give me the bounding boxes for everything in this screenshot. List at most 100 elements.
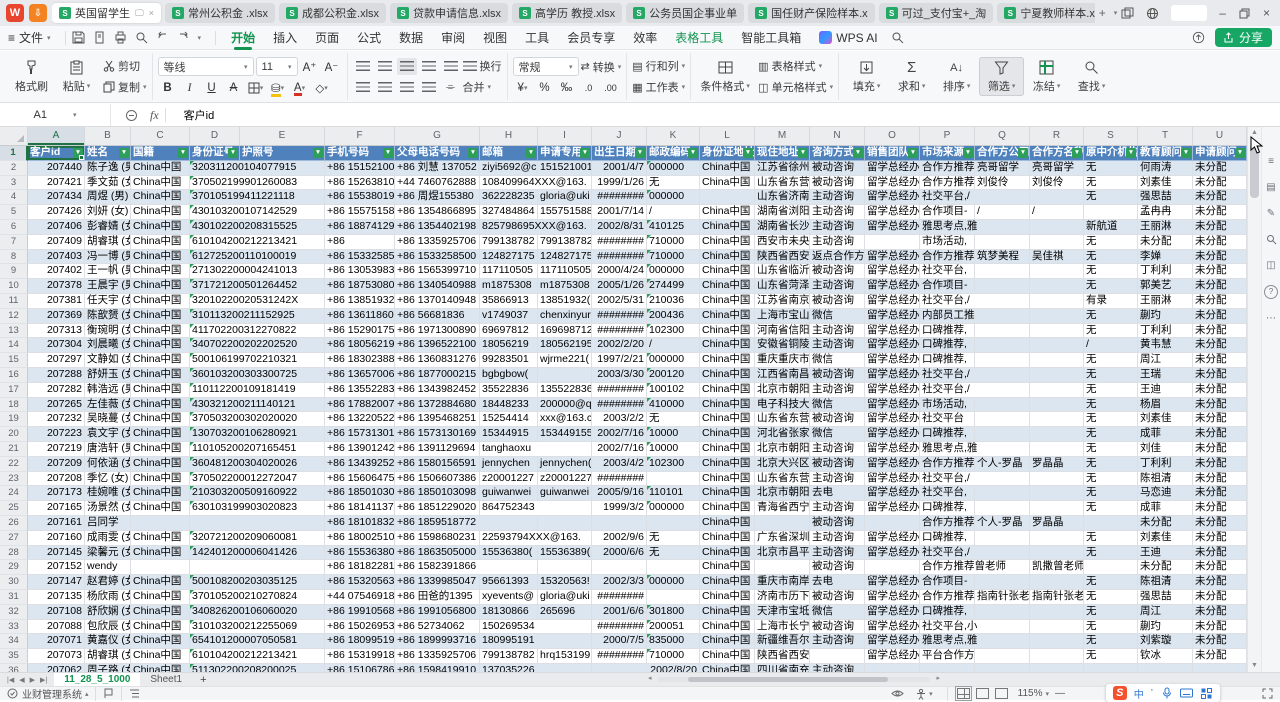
cell-J8[interactable]: ######## [592, 250, 647, 265]
header-cell-O[interactable]: 销售团队▼ [865, 146, 920, 161]
cell-S9[interactable]: 无 [1084, 264, 1138, 279]
cell-O8[interactable]: 留学总经办 [865, 250, 920, 265]
sheet-tab-11_28_5_1000[interactable]: 11_28_5_1000 [54, 673, 140, 687]
cell-L23[interactable]: China中国 [700, 472, 755, 487]
cell-K28[interactable]: 无 [647, 546, 700, 561]
cell-J36[interactable]: 2002/8/20 [592, 664, 700, 672]
cell-R2[interactable]: 亮哥留学 [1030, 161, 1084, 176]
align-right-icon[interactable] [397, 79, 417, 96]
cell-G7[interactable]: +86 1335925706 [395, 235, 480, 250]
cell-U9[interactable]: 未分配 [1193, 264, 1247, 279]
align-left-icon[interactable] [353, 79, 373, 96]
cell-H20[interactable]: 15344915 [480, 427, 538, 442]
cell-N27[interactable]: 主动咨询 [810, 531, 865, 546]
horizontal-scrollbar[interactable]: ◂ ▸ [648, 675, 940, 683]
cell-U30[interactable]: 未分配 [1193, 575, 1247, 590]
menu-tab-页面[interactable]: 页面 [306, 26, 348, 50]
cell-G11[interactable]: +86 1370140948 [395, 294, 480, 309]
cell-F18[interactable]: +86 17882007 [325, 398, 395, 413]
cell-H2[interactable]: ziyi5692@c [480, 161, 538, 176]
cell-T33[interactable]: 蒯玓 [1138, 620, 1193, 635]
cell-J23[interactable]: ######## [592, 472, 647, 487]
cell-J18[interactable]: ######## [592, 398, 647, 413]
number-format-select[interactable]: 常规▾ [513, 57, 579, 76]
cell-K17[interactable]: 100102 [647, 383, 700, 398]
cell-Q14[interactable] [975, 338, 1030, 353]
cell-R22[interactable]: 罗晶晶 [1030, 457, 1084, 472]
cell-B7[interactable]: 胡睿琪 (女) [85, 235, 131, 250]
cell-O34[interactable]: 留学总经办 [865, 634, 920, 649]
cell-C5[interactable]: China中国 [131, 205, 190, 220]
cell-I2[interactable]: 151521001 [538, 161, 592, 176]
cell-P9[interactable]: 社交平台, [920, 264, 975, 279]
menu-tab-表格工具[interactable]: 表格工具 [666, 26, 732, 50]
cell-M33[interactable]: 上海市长宁 [755, 620, 810, 635]
filter-dropdown-icon[interactable]: ▼ [313, 148, 323, 158]
document-tab[interactable]: S宁夏教师样本.xlsx [997, 3, 1094, 23]
cell-G6[interactable]: +86 1354402198 [395, 220, 480, 235]
page-break-view-icon[interactable] [995, 688, 1008, 699]
cell-T17[interactable]: 王迪 [1138, 383, 1193, 398]
cell-A30[interactable]: 207147 [28, 575, 85, 590]
cell-D10[interactable]: 371721200501264452 [190, 279, 325, 294]
cell-D8[interactable]: 612725200110100019 [190, 250, 325, 265]
cell-F12[interactable]: +86 13611860 [325, 309, 395, 324]
cell-T32[interactable]: 周江 [1138, 605, 1193, 620]
cell-B32[interactable]: 舒欣娴 (女) [85, 605, 131, 620]
cell-B10[interactable]: 王晨宇 (男) [85, 279, 131, 294]
column-header-J[interactable]: J [592, 127, 647, 145]
cell-T25[interactable]: 成菲 [1138, 501, 1193, 516]
increase-font-button[interactable]: A⁺ [300, 58, 320, 75]
row-header-4[interactable]: 4 [0, 190, 28, 205]
cell-K15[interactable]: 000000 [647, 353, 700, 368]
cell-P2[interactable]: 合作方推荐 [920, 161, 975, 176]
cell-L28[interactable]: China中国 [700, 546, 755, 561]
column-header-G[interactable]: G [395, 127, 480, 145]
cell-M2[interactable]: 江苏省徐州 [755, 161, 810, 176]
cell-H19[interactable]: 15254414 [480, 412, 538, 427]
cell-K33[interactable]: 200051 [647, 620, 700, 635]
cell-Q7[interactable] [975, 235, 1030, 250]
currency-button[interactable]: ¥▾ [513, 79, 533, 96]
header-cell-C[interactable]: 国籍▼ [131, 146, 190, 161]
filter-dropdown-icon[interactable]: ▼ [1018, 148, 1028, 158]
cell-G29[interactable]: +86 1582391866 [395, 560, 538, 575]
header-cell-J[interactable]: 出生日期▼ [592, 146, 647, 161]
cell-D18[interactable]: 430321200211140121 [190, 398, 325, 413]
row-header-5[interactable]: 5 [0, 205, 28, 220]
cell-B18[interactable]: 左佳薇 (女) [85, 398, 131, 413]
cell-U28[interactable]: 未分配 [1193, 546, 1247, 561]
row-header-7[interactable]: 7 [0, 235, 28, 250]
new-tab-button[interactable]: + [1099, 6, 1106, 20]
cell-F6[interactable]: +86 18874129 [325, 220, 395, 235]
cell-S33[interactable]: 无 [1084, 620, 1138, 635]
cell-B30[interactable]: 赵君婷 (女) [85, 575, 131, 590]
cell-I9[interactable]: 117110505 [538, 264, 592, 279]
document-tab[interactable]: S可过_支付宝+_淘 [879, 3, 994, 23]
cell-H12[interactable]: v1749037 [480, 309, 538, 324]
cell-C26[interactable] [131, 516, 190, 531]
cell-D29[interactable] [190, 560, 325, 575]
fill-button[interactable]: 填充▾ [844, 57, 889, 96]
horizontal-scroll-thumb[interactable] [688, 677, 888, 682]
cell-S6[interactable]: 新航道 [1084, 220, 1138, 235]
cell-I19[interactable]: xxx@163.c [538, 412, 592, 427]
cell-M17[interactable]: 北京市朝阳 [755, 383, 810, 398]
cell-N22[interactable]: 被动咨询 [810, 457, 865, 472]
cell-I13[interactable]: 169698712 [538, 324, 592, 339]
header-cell-B[interactable]: 姓名▼ [85, 146, 131, 161]
row-header-21[interactable]: 21 [0, 442, 28, 457]
cell-O12[interactable]: 留学总经办 [865, 309, 920, 324]
cell-J21[interactable]: 2002/7/16 [592, 442, 647, 457]
tab-list-caret-icon[interactable]: ▾ [1114, 9, 1118, 17]
cell-C7[interactable]: China中国 [131, 235, 190, 250]
cell-S23[interactable]: 无 [1084, 472, 1138, 487]
cell-B19[interactable]: 吴晓蔓 (女) [85, 412, 131, 427]
system-menu-label[interactable]: 业财管理系统 [22, 686, 82, 701]
cell-L30[interactable]: China中国 [700, 575, 755, 590]
cell-F7[interactable]: +86 [325, 235, 395, 250]
cell-P8[interactable]: 合作方推荐 [920, 250, 975, 265]
cell-L10[interactable]: China中国 [700, 279, 755, 294]
cell-T5[interactable]: 孟冉冉 [1138, 205, 1193, 220]
menu-tab-智能工具箱[interactable]: 智能工具箱 [732, 26, 810, 50]
